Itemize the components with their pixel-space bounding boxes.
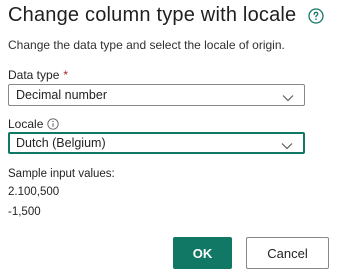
ok-button[interactable]: OK xyxy=(173,237,232,269)
required-marker: * xyxy=(63,68,69,82)
change-column-type-dialog: Change column type with locale Change th… xyxy=(0,0,340,275)
sample-value: -1,500 xyxy=(8,206,41,218)
locale-label: Locale xyxy=(8,117,44,131)
dialog-title: Change column type with locale xyxy=(8,4,297,26)
chevron-down-icon xyxy=(282,91,294,102)
sample-values-label: Sample input values: xyxy=(8,168,115,180)
data-type-value: Decimal number xyxy=(16,88,108,102)
question-circle-icon[interactable] xyxy=(308,7,325,24)
title-row: Change column type with locale xyxy=(8,4,325,27)
data-type-select[interactable]: Decimal number xyxy=(8,84,305,106)
cancel-button[interactable]: Cancel xyxy=(246,237,329,269)
info-circle-icon[interactable] xyxy=(47,118,60,130)
locale-value: Dutch (Belgium) xyxy=(16,136,106,150)
locale-select[interactable]: Dutch (Belgium) xyxy=(8,132,305,154)
locale-label-row: Locale xyxy=(8,117,60,131)
sample-value: 2.100,500 xyxy=(8,186,60,198)
chevron-down-icon xyxy=(281,139,293,150)
dialog-subtitle: Change the data type and select the loca… xyxy=(8,38,285,52)
data-type-label-row: Data type * xyxy=(8,68,68,82)
data-type-label: Data type xyxy=(8,68,60,82)
